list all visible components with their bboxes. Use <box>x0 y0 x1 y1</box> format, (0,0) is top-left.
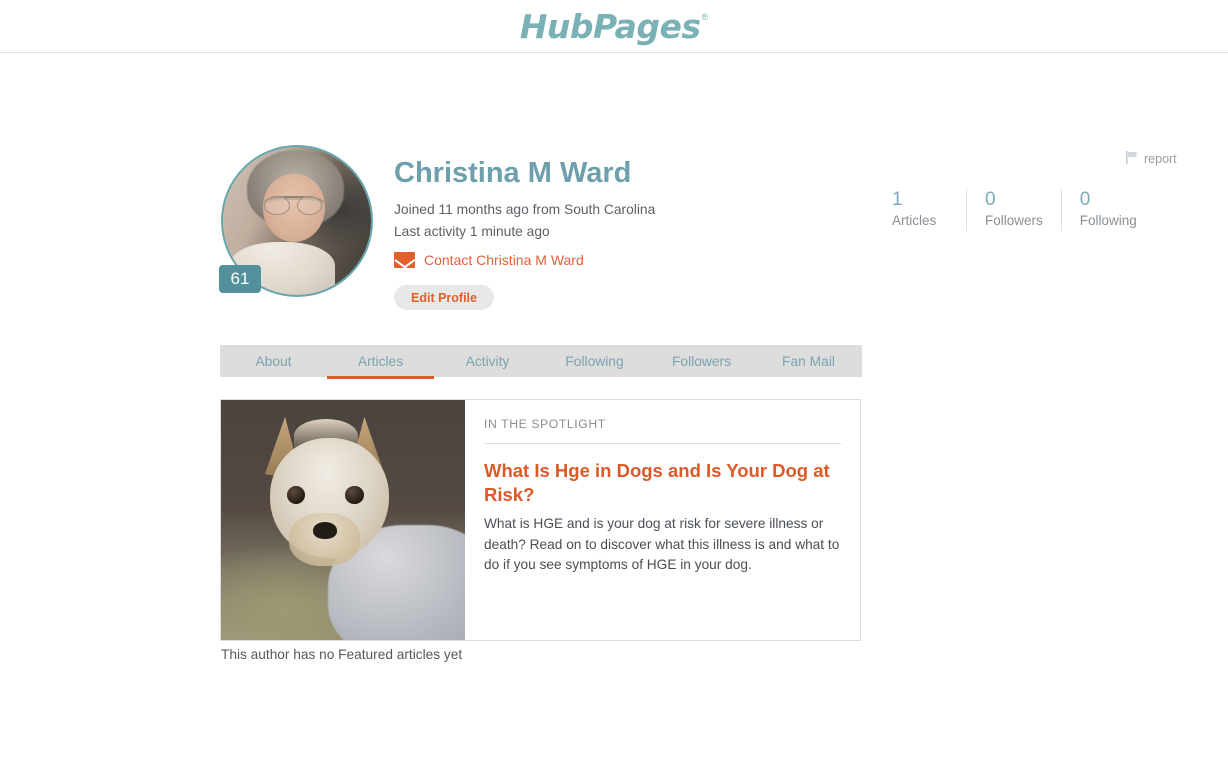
dog-nose-shape <box>312 522 337 540</box>
edit-profile-button[interactable]: Edit Profile <box>394 285 494 310</box>
avatar-lens-left <box>264 195 290 216</box>
tab-followers[interactable]: Followers <box>648 345 755 377</box>
stat-followers-label: Followers <box>985 213 1043 228</box>
stat-following[interactable]: 0 Following <box>1060 189 1155 231</box>
registered-mark-icon: ® <box>701 11 709 22</box>
page-title: Christina M Ward <box>394 157 632 189</box>
stat-following-value: 0 <box>1079 189 1091 210</box>
tab-about-label: About <box>255 353 292 369</box>
avatar-block: 61 <box>219 145 373 297</box>
stat-followers-value: 0 <box>985 189 996 210</box>
avatar-lens-right <box>297 195 323 216</box>
report-link[interactable]: report <box>1126 151 1177 167</box>
profile-last-activity: Last activity 1 minute ago <box>394 223 550 239</box>
stat-followers[interactable]: 0 Followers <box>966 189 1061 231</box>
hubpages-logo[interactable]: HubPages ® <box>520 10 708 43</box>
report-label: report <box>1144 152 1177 166</box>
stat-following-label: Following <box>1079 213 1137 228</box>
tab-activity-label: Activity <box>465 353 510 369</box>
dog-muzzle-shape <box>289 512 361 566</box>
tab-following-label: Following <box>565 353 624 369</box>
spotlight-article-description: What is HGE and is your dog at risk for … <box>484 516 840 572</box>
stat-articles[interactable]: 1 Articles <box>892 189 966 231</box>
spotlight-card[interactable]: IN THE SPOTLIGHT What Is Hge in Dogs and… <box>220 399 861 641</box>
tab-followers-label: Followers <box>671 353 732 369</box>
tab-articles[interactable]: Articles <box>327 345 434 379</box>
logo-text: HubPages <box>519 6 701 46</box>
profile-stats: 1 Articles 0 Followers 0 Following <box>892 189 1155 231</box>
profile-page: report 1 Articles 0 Followers 0 Followin… <box>0 53 1228 772</box>
profile-joined: Joined 11 months ago from South Carolina <box>394 202 656 217</box>
spotlight-label: IN THE SPOTLIGHT <box>484 417 841 444</box>
tab-about[interactable]: About <box>220 345 327 377</box>
spotlight-article-title[interactable]: What Is Hge in Dogs and Is Your Dog at R… <box>484 459 841 507</box>
spotlight-image[interactable] <box>221 400 465 640</box>
tab-following[interactable]: Following <box>541 345 648 377</box>
site-header: HubPages ® <box>0 0 1228 53</box>
profile-meta: Joined 11 months ago from South Carolina… <box>394 199 655 242</box>
tab-fan-mail[interactable]: Fan Mail <box>755 345 862 377</box>
stat-articles-label: Articles <box>892 213 937 228</box>
avatar-score-badge: 61 <box>219 265 261 293</box>
flag-icon <box>1126 151 1138 167</box>
envelope-icon <box>394 252 415 268</box>
tab-activity[interactable]: Activity <box>434 345 541 377</box>
stat-articles-value: 1 <box>892 189 903 210</box>
tab-fan-mail-label: Fan Mail <box>782 353 835 369</box>
empty-state-message: This author has no Featured articles yet <box>221 647 463 662</box>
contact-author-label: Contact Christina M Ward <box>424 252 584 268</box>
dog-tuft-shape <box>294 419 358 453</box>
tab-articles-label: Articles <box>357 353 404 369</box>
contact-author-link[interactable]: Contact Christina M Ward <box>394 252 584 268</box>
profile-tabs: About Articles Activity Following Follow… <box>220 345 862 379</box>
spotlight-card-body: IN THE SPOTLIGHT What Is Hge in Dogs and… <box>465 400 860 640</box>
